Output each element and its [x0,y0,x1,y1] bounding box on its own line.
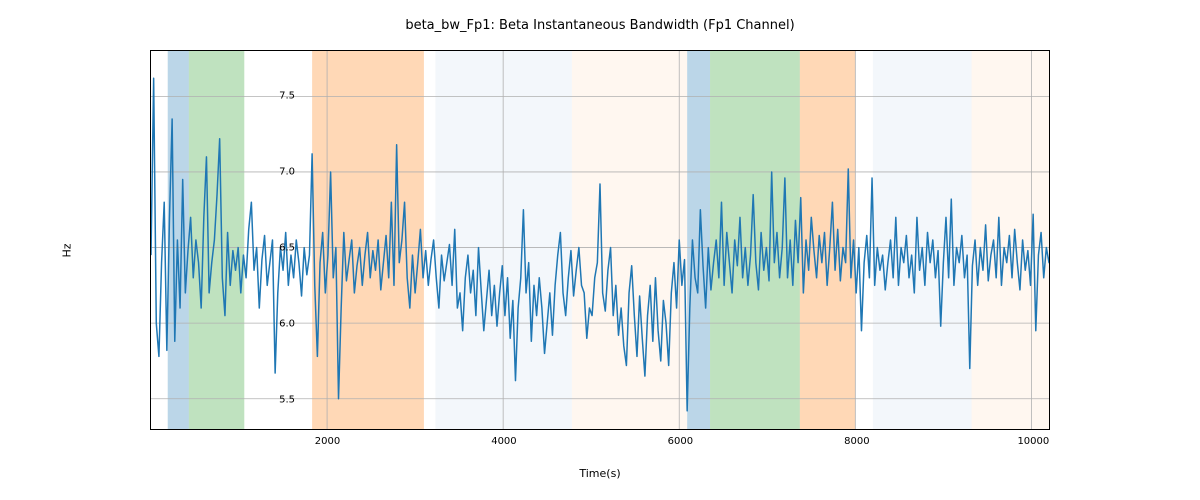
chart-title: beta_bw_Fp1: Beta Instantaneous Bandwidt… [0,18,1200,33]
plot-area: 200040006000800010000 [150,50,1050,430]
background-band [189,51,244,429]
background-band [572,51,687,429]
background-band [873,51,972,429]
x-tick-label: 10000 [1017,436,1049,447]
y-tick-label: 7.5 [255,90,295,101]
y-tick-label: 6.0 [255,318,295,329]
y-tick-label: 6.5 [255,242,295,253]
background-band [168,51,189,429]
background-band [687,51,710,429]
y-axis-label: Hz [60,0,74,500]
y-tick-label: 5.5 [255,394,295,405]
x-tick-label: 2000 [315,436,340,447]
x-tick-label: 8000 [844,436,869,447]
x-tick-label: 6000 [668,436,693,447]
x-axis-label: Time(s) [0,467,1200,480]
plot-svg [151,51,1049,429]
x-tick-label: 4000 [491,436,516,447]
chart-figure: beta_bw_Fp1: Beta Instantaneous Bandwidt… [0,0,1200,500]
y-tick-label: 7.0 [255,166,295,177]
